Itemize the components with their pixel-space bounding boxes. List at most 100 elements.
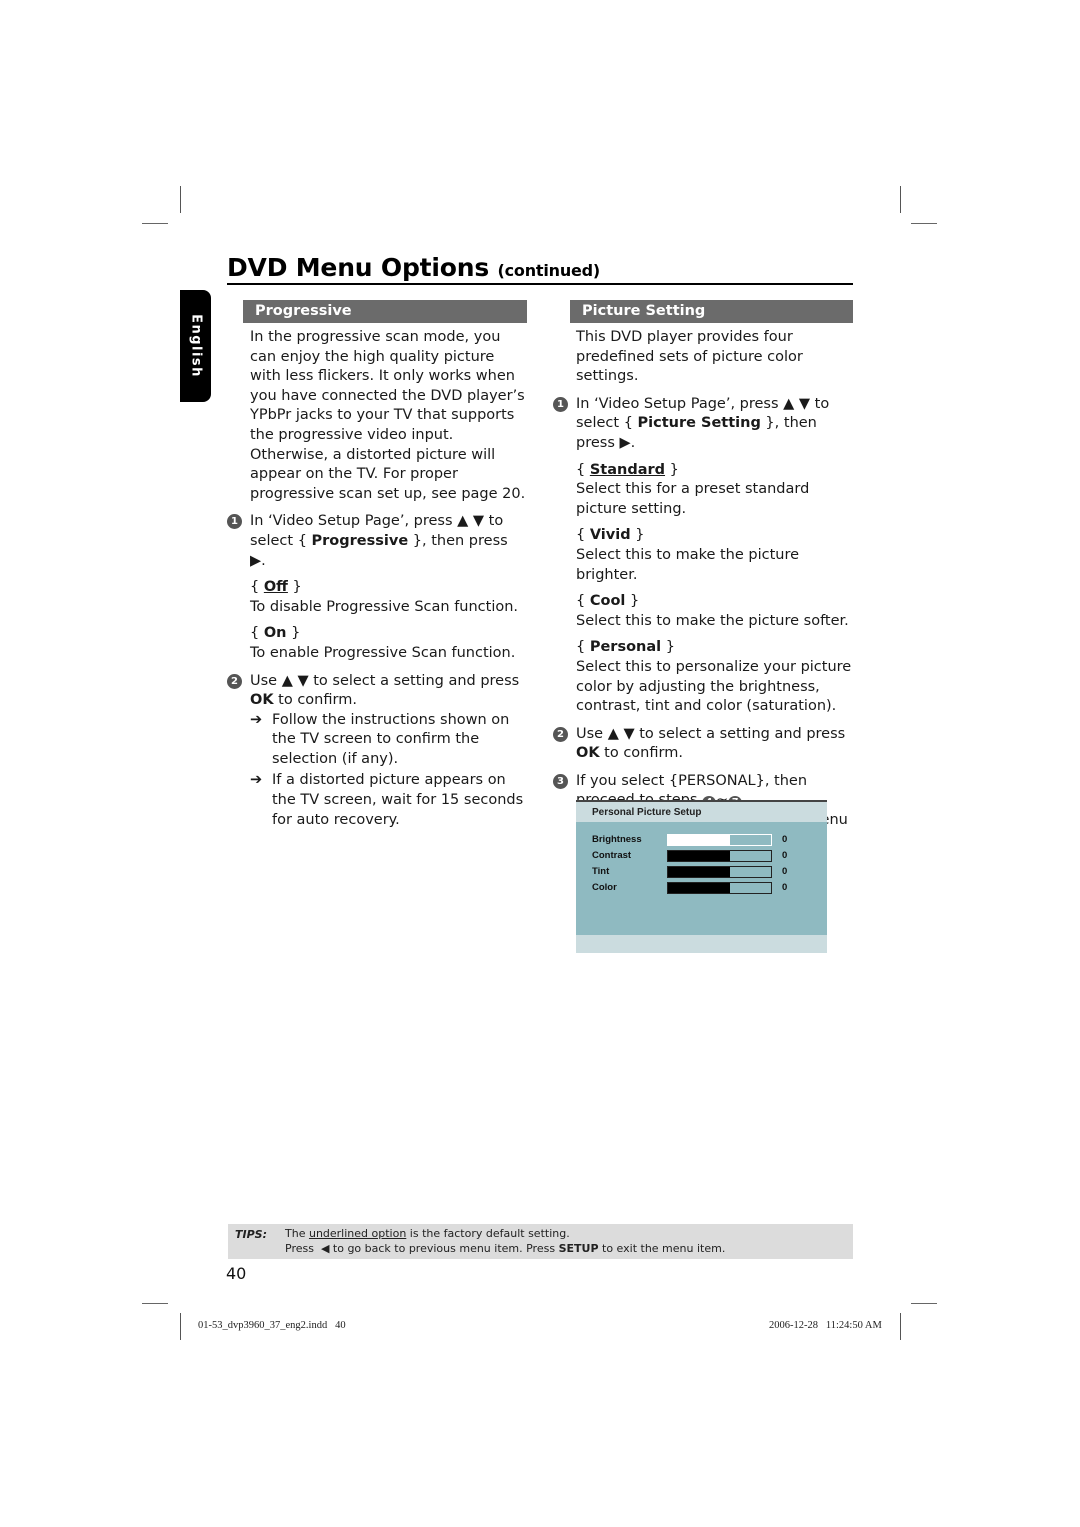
step-text: to confirm. [273, 692, 357, 709]
menu-row-brightness: Brightness 0 [592, 834, 822, 847]
menu-row-label: Color [592, 882, 617, 893]
progressive-step-2: 2 Use ▲ ▼ to select a setting and press … [227, 672, 527, 711]
footer-timestamp: 2006-12-28 11:24:50 AM [769, 1320, 882, 1331]
slider-fill [668, 835, 730, 845]
option-name: Personal [589, 639, 662, 656]
option-description: Select this to personalize your picture … [576, 658, 852, 715]
option-label: { Off } [250, 579, 302, 596]
color-slider [667, 882, 772, 894]
option-label: { On } [250, 625, 301, 642]
option-name: Standard [589, 461, 666, 478]
crop-mark [900, 1313, 901, 1340]
option-standard: { Standard } Select this for a preset st… [553, 461, 858, 520]
step-bold-text: Progressive [311, 532, 409, 549]
option-vivid: { Vivid } Select this to make the pictur… [553, 526, 858, 585]
result-line: ➔ If a distorted picture appears on the … [227, 771, 527, 830]
option-cool: { Cool } Select this to make the picture… [553, 592, 858, 631]
option-personal: { Personal } Select this to personalize … [553, 638, 858, 716]
picture-setting-section: Picture Setting This DVD player provides… [553, 300, 858, 850]
menu-row-label: Contrast [592, 850, 632, 861]
step-text: Use ▲ ▼ to select a setting and press [250, 672, 520, 689]
slider-fill [668, 851, 730, 861]
menu-row-value: 0 [782, 866, 788, 877]
step-number-icon: 1 [553, 396, 568, 412]
option-name: Vivid [589, 527, 631, 544]
tips-underlined-text: underlined option [308, 1227, 407, 1240]
contrast-slider [667, 850, 772, 862]
menu-row-tint: Tint 0 [592, 866, 822, 879]
picture-setting-step-1: 1 In ‘Video Setup Page’, press ▲ ▼ to se… [553, 395, 858, 454]
option-description: Select this for a preset standard pictur… [576, 481, 810, 517]
step-bold-text: Picture Setting [637, 415, 761, 432]
tips-line-2: Press ◀ to go back to previous menu item… [285, 1242, 725, 1255]
step-bold-text: OK [250, 692, 274, 709]
result-line: ➔ Follow the instructions shown on the T… [227, 711, 527, 770]
slider-fill [668, 883, 730, 893]
tips-text: is the factory default setting. [406, 1227, 570, 1240]
menu-title: Personal Picture Setup [592, 807, 702, 818]
language-tab: English [180, 290, 211, 402]
crop-mark [142, 1303, 168, 1304]
footer-file-name: 01-53_dvp3960_37_eng2.indd 40 [198, 1320, 346, 1331]
option-name: Off [263, 579, 288, 596]
crop-mark [180, 1313, 181, 1340]
option-on: { On } To enable Progressive Scan functi… [227, 624, 527, 663]
option-label: { Vivid } [576, 527, 645, 544]
option-description: Select this to make the picture softer. [576, 612, 849, 629]
option-description: To enable Progressive Scan function. [250, 644, 516, 661]
page-title-suffix: (continued) [497, 261, 601, 280]
crop-mark [180, 186, 181, 213]
menu-row-color: Color 0 [592, 882, 822, 895]
option-description: To disable Progressive Scan function. [250, 598, 519, 615]
slider-fill [668, 867, 730, 877]
tips-text: to exit the menu item. [598, 1242, 726, 1255]
option-label: { Standard } [576, 461, 679, 478]
menu-row-value: 0 [782, 882, 788, 893]
step-number-icon: 3 [553, 773, 568, 789]
step-text: Use ▲ ▼ to select a setting and press [576, 725, 846, 742]
picture-setting-step-2: 2 Use ▲ ▼ to select a setting and press … [553, 725, 858, 764]
page-title: DVD Menu Options (continued) [227, 253, 600, 282]
step-text: to confirm. [599, 745, 683, 762]
crop-mark [142, 223, 168, 224]
tips-label: TIPS: [235, 1228, 267, 1241]
step-number-icon: 1 [227, 514, 242, 530]
tips-bold-text: SETUP [558, 1242, 599, 1255]
option-name: Cool [589, 593, 626, 610]
crop-mark [911, 223, 937, 224]
language-tab-label: English [188, 314, 203, 378]
picture-setting-intro: This DVD player provides four predefined… [576, 329, 803, 385]
step-bold-text: OK [576, 745, 600, 762]
menu-row-label: Tint [592, 866, 610, 877]
arrow-right-icon: ➔ [250, 711, 263, 728]
menu-row-contrast: Contrast 0 [592, 850, 822, 863]
tips-line-1: The underlined option is the factory def… [285, 1227, 570, 1240]
progressive-step-1: 1 In ‘Video Setup Page’, press ▲ ▼ to se… [227, 512, 527, 571]
tips-text: Press ◀ to go back to previous menu item… [285, 1242, 559, 1255]
option-description: Select this to make the picture brighter… [576, 546, 800, 583]
menu-body: Brightness 0 Contrast 0 Tint 0 Color 0 [576, 822, 827, 935]
arrow-right-icon: ➔ [250, 772, 263, 789]
crop-mark [911, 1303, 937, 1304]
progressive-heading: Progressive [243, 300, 527, 323]
menu-row-value: 0 [782, 850, 788, 861]
title-rule [227, 283, 853, 285]
option-name: On [263, 625, 287, 642]
crop-mark [900, 186, 901, 213]
result-text: Follow the instructions shown on the TV … [272, 711, 510, 767]
page-title-text: DVD Menu Options [227, 253, 490, 282]
tips-text: The [285, 1227, 309, 1240]
tips-box: TIPS: The underlined option is the facto… [228, 1224, 853, 1259]
step-number-icon: 2 [227, 673, 242, 689]
progressive-section: Progressive In the progressive scan mode… [227, 300, 527, 830]
page-number: 40 [226, 1264, 247, 1283]
option-label: { Cool } [576, 593, 640, 610]
picture-setting-heading: Picture Setting [570, 300, 853, 323]
option-label: { Personal } [576, 639, 675, 656]
step-number-icon: 2 [553, 726, 568, 742]
progressive-intro: In the progressive scan mode, you can en… [250, 329, 526, 502]
tint-slider [667, 866, 772, 878]
brightness-slider [667, 834, 772, 846]
menu-row-label: Brightness [592, 834, 642, 845]
option-off: { Off } To disable Progressive Scan func… [227, 578, 527, 617]
